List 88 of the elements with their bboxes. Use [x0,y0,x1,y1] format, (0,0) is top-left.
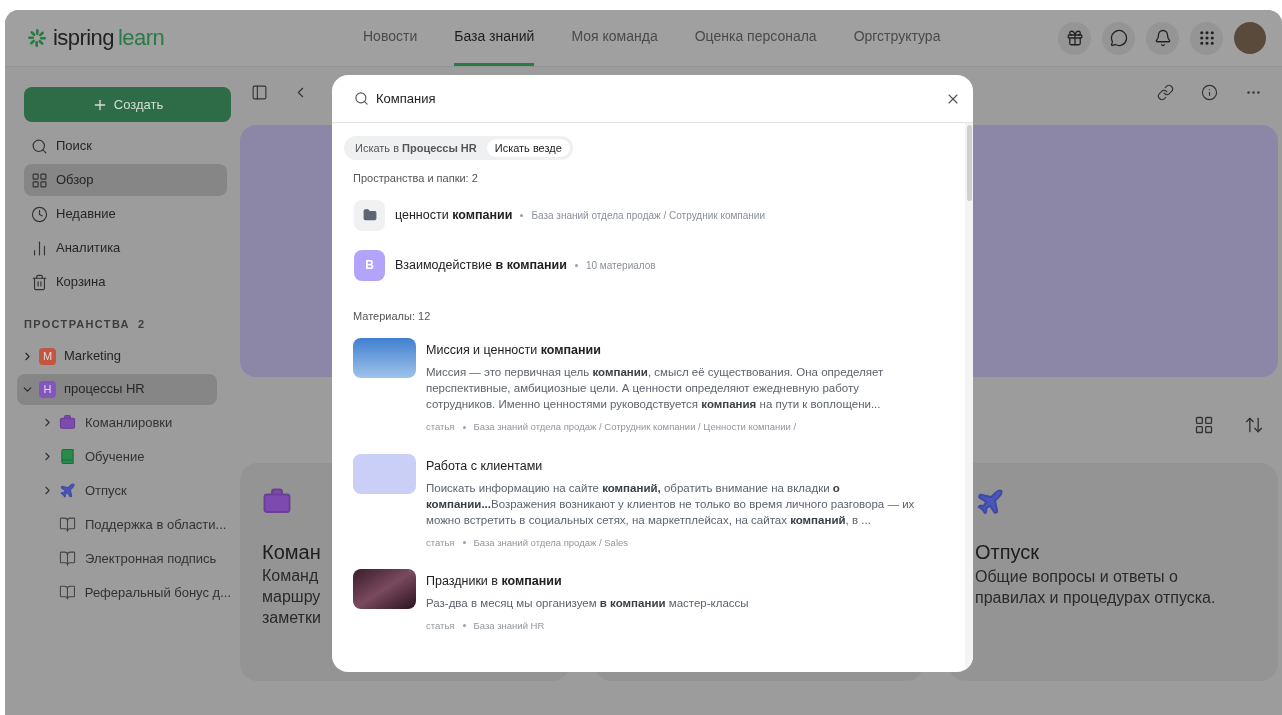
apps-icon [1197,29,1216,47]
logo-text: ispring learn [53,27,165,49]
result-meta: База знаний отдела продаж / Сотрудник компании [531,208,765,223]
briefcase-icon [59,414,76,431]
card-description: Общие вопросы и ответы о правилах и процедурах отпуска. [975,567,1217,608]
result-type: статья [426,420,455,435]
section-heading: Материалы: 12 [353,308,432,324]
plane-icon [59,482,76,499]
result-title: ценности компании [395,206,513,224]
search-icon [31,137,48,155]
header-icon-button[interactable] [1190,21,1223,55]
open-book-icon [59,516,76,533]
result-type: статья [426,618,455,633]
space-letter-icon: M [39,347,56,365]
section-heading: ПРОСТРАНСТВА [24,317,130,332]
header-icon-button[interactable] [1102,21,1135,55]
sidebar-item[interactable]: Аналитика [24,232,227,264]
result-type: статья [426,535,455,550]
logo-icon [27,28,47,48]
result-row[interactable]: В Взаимодействие в компании 10 материалов [354,249,965,281]
illustration-placeholder [353,453,416,494]
tree-item[interactable]: Реферальный бонус д... [24,576,231,609]
sidebar-item[interactable]: Обзор [24,164,227,196]
card-description: маршру [262,587,321,607]
scope-option[interactable]: Искать в Процессы HR [347,139,485,158]
tree-item[interactable]: Обучение [24,440,231,473]
clock-icon [31,205,48,223]
folder-icon [362,208,377,223]
tree-item[interactable]: Команлировки [24,406,231,439]
scope-option[interactable]: Искать везде [486,139,570,158]
card-title: Отпуск [975,540,1040,565]
space-letter-icon: H [39,380,56,398]
open-book-icon [58,584,76,601]
avatar[interactable] [1234,22,1266,54]
nav-tab[interactable]: Новости [363,10,418,66]
card-description: Команд [262,566,319,586]
result-title: Праздники в компании [426,572,563,589]
nav-tab[interactable]: База знаний [454,10,535,66]
book-icon [59,448,76,465]
space-letter-icon: В [354,249,385,281]
sidebar-item[interactable]: Поиск [24,130,227,162]
sidebar-item[interactable]: Недавние [24,198,227,230]
search-field[interactable]: Компания [376,88,945,109]
grid-view-icon[interactable] [1194,415,1214,435]
result-meta: 10 материалов [585,258,656,273]
result-title: Работа с клиентами [426,457,544,474]
count-label: 2 [137,317,146,332]
card-description: заметки [262,608,321,628]
sidebar-item[interactable]: Корзина [24,266,227,298]
result-row[interactable]: ценности компании База знаний отдела продаж / Сотрудник компании [354,199,965,231]
info-icon[interactable] [1201,83,1218,101]
photo-placeholder [353,568,416,609]
search-icon [354,91,369,106]
open-book-icon [59,550,76,567]
tree-item[interactable]: Поддержка в области... [24,508,231,541]
result-path: База знаний HR [473,618,545,633]
result-title: Взаимодействие в компании [395,256,567,274]
result-snippet: Миссия — это первичная цель компании, смысл её существования. Она определяет перспективные, амбициозные цели. А ценности определяют ежедневную работу сотрудников. Именно ценностями руководствуется компания на пути к воплощени... [426,365,885,413]
grid-icon [31,171,48,189]
nav-tab[interactable]: Оценка персонала [694,10,817,66]
photo-placeholder [353,338,416,379]
result-snippet: Раз-два в месяц мы организуем в компании мастер-классы [426,595,750,611]
bar-chart-icon [31,239,48,257]
result-snippet: Поискать информацию на сайте компаний, обратить внимание на вкладки о компании...Возражения возникают у клиентов не только во время личного разговора — их можно встретить в социальных сетях, на маркетплейсах, на сайтах компаний, в ... [426,480,916,528]
tree-item[interactable]: Электронная подпись [24,542,231,575]
space-item[interactable]: H процессы HR [17,373,217,405]
sidebar-toggle-icon[interactable] [251,83,268,101]
nav-tab[interactable]: Оргструктура [853,10,941,66]
section-heading: Пространства и папки: 2 [353,171,479,187]
bell-icon [1153,29,1172,47]
result-title: Миссия и ценности компании [426,342,602,359]
chat-icon [1109,29,1128,47]
nav-tab[interactable]: Моя команда [571,10,658,66]
header-icon-button[interactable] [1058,21,1091,55]
trash-icon [31,273,48,291]
result-path: База знаний отдела продаж / Сотрудник компании / Ценности компании / [473,420,797,435]
header-icon-button[interactable] [1146,21,1179,55]
gift-icon [1065,29,1084,47]
sort-icon[interactable] [1244,415,1264,435]
link-icon[interactable] [1157,83,1174,101]
card-title: Коман [262,540,321,565]
tree-item[interactable]: Отпуск [24,474,231,507]
scrollbar-thumb[interactable] [966,125,972,201]
material-result[interactable]: Праздники в компании Раз-два в месяц мы организуем в компании мастер-классы статья База знаний HR [353,568,965,633]
space-item[interactable]: M Marketing [17,340,217,372]
create-button[interactable]: Создать [24,87,231,122]
result-path: База знаний отдела продаж / Sales [473,535,629,550]
plane-icon [975,487,1005,517]
